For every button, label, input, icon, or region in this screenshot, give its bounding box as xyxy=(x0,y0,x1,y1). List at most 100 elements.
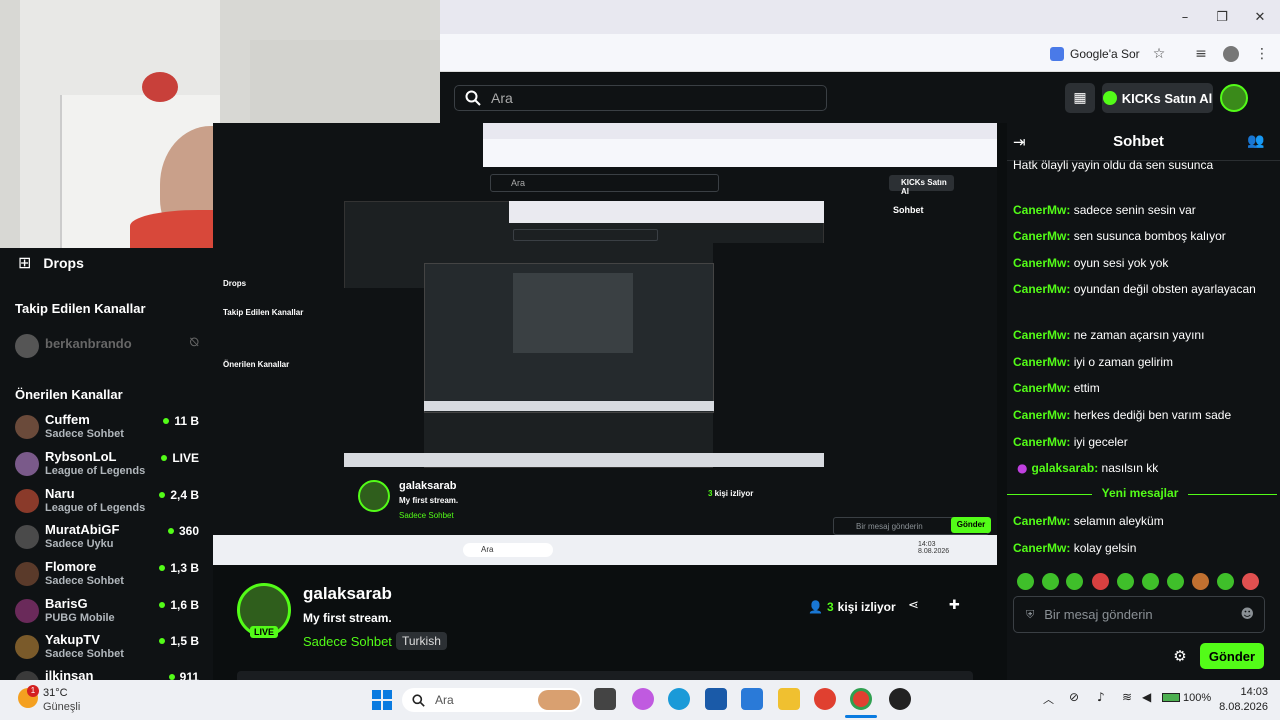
emote-icon[interactable] xyxy=(1217,573,1234,590)
network-off-icon[interactable]: ⊘ xyxy=(1069,690,1079,704)
wifi-icon[interactable]: ≋ xyxy=(1122,690,1132,704)
viewer-count-badge: 1,6 B xyxy=(159,598,199,612)
chat-username[interactable]: galaksarab: xyxy=(1031,461,1098,475)
chat-users-icon[interactable]: 👥 xyxy=(1247,133,1264,149)
emote-icon[interactable] xyxy=(1092,573,1109,590)
chat-username[interactable]: CanerMw: xyxy=(1013,256,1070,270)
chat-username[interactable]: CanerMw: xyxy=(1013,328,1070,342)
recommended-channel-item[interactable]: RybsonLoL League of Legends LIVE xyxy=(15,449,213,485)
channel-avatar xyxy=(15,415,39,439)
chat-input-placeholder: Bir mesaj gönderin xyxy=(1044,607,1153,622)
chrome-active-icon[interactable] xyxy=(850,688,872,710)
google-sor-button[interactable]: Google'a Sor xyxy=(1050,44,1140,64)
chat-username[interactable]: CanerMw: xyxy=(1013,541,1070,555)
file-explorer-icon[interactable] xyxy=(778,688,800,710)
recommended-channel-item[interactable]: Flomore Sadece Sohbet 1,3 B xyxy=(15,559,213,595)
store-button[interactable]: ▦ xyxy=(1065,83,1095,113)
media-control-icon[interactable]: ≡ xyxy=(1191,44,1211,64)
send-button[interactable]: Gönder xyxy=(1200,643,1264,669)
recommended-channel-item[interactable]: ilkinsan 911 xyxy=(15,668,213,680)
weather-temp: 31°C xyxy=(43,687,68,699)
chat-username[interactable]: CanerMw: xyxy=(1013,514,1070,528)
clock-date[interactable]: 8.08.2026 xyxy=(1200,701,1268,713)
google-sor-label: Google'a Sor xyxy=(1070,47,1140,61)
stream-video-player[interactable]: Ara KICKs Satın Al Drops Takip Edilen Ka… xyxy=(213,123,997,565)
chat-message: CanerMw: sen susunca bomboş kalıyor xyxy=(1013,228,1263,245)
copilot-icon[interactable] xyxy=(632,688,654,710)
viewer-count-badge: 1,3 B xyxy=(159,561,199,575)
chat-username[interactable]: CanerMw: xyxy=(1013,282,1070,296)
streamer-name[interactable]: galaksarab xyxy=(303,584,392,604)
chat-username[interactable]: CanerMw: xyxy=(1013,381,1070,395)
volume-icon[interactable]: ◀ xyxy=(1142,690,1151,704)
chat-username[interactable]: CanerMw: xyxy=(1013,435,1070,449)
recommended-channel-item[interactable]: Cuffem Sadece Sohbet 11 B xyxy=(15,412,213,448)
active-app-indicator xyxy=(845,715,877,718)
chrome-icon[interactable] xyxy=(814,688,836,710)
profile-avatar-icon[interactable] xyxy=(1221,44,1241,64)
obs-icon[interactable] xyxy=(889,688,911,710)
outlook-icon[interactable] xyxy=(741,688,763,710)
close-icon[interactable]: ✕ xyxy=(1245,6,1275,28)
recommended-channel-item[interactable]: BarisG PUBG Mobile 1,6 B xyxy=(15,596,213,632)
live-dot-icon xyxy=(167,528,174,534)
channel-name: Cuffem xyxy=(45,412,90,427)
bookmark-star-icon[interactable]: ☆ xyxy=(1149,44,1169,64)
store-icon: ▦ xyxy=(1073,90,1087,106)
kicks-buy-button[interactable]: KICKs Satın Al xyxy=(1102,83,1213,113)
emote-icon[interactable] xyxy=(1167,573,1184,590)
recommended-channel-item[interactable]: MuratAbiGF Sadece Uyku 360 xyxy=(15,522,213,558)
minimize-icon[interactable]: – xyxy=(1170,6,1200,28)
browser-menu-icon[interactable]: ⋮ xyxy=(1252,44,1272,64)
emote-icon[interactable] xyxy=(1117,573,1134,590)
emoji-icon[interactable]: ☻ xyxy=(1240,607,1254,622)
maximize-icon[interactable]: ❐ xyxy=(1207,6,1237,28)
chat-text: sadece senin sesin var xyxy=(1073,203,1196,217)
search-input[interactable]: Ara xyxy=(454,85,827,111)
recommended-channel-item[interactable]: YakupTV Sadece Sohbet 1,5 B xyxy=(15,632,213,668)
clock-time[interactable]: 14:03 xyxy=(1222,686,1268,698)
channel-avatar xyxy=(15,525,39,549)
drops-link[interactable]: ⊞ Drops xyxy=(18,253,84,272)
emote-icon[interactable] xyxy=(1142,573,1159,590)
tray-chevron-icon[interactable]: ︿ xyxy=(1043,691,1054,707)
share-icon[interactable]: ⋖ xyxy=(908,598,919,613)
store-app-icon[interactable] xyxy=(705,688,727,710)
search-placeholder: Ara xyxy=(491,90,513,106)
channel-avatar xyxy=(15,599,39,623)
stream-tag[interactable]: Turkish xyxy=(396,632,447,650)
stream-category[interactable]: Sadece Sohbet xyxy=(303,634,392,649)
chat-message: ● galaksarab: nasılsın kk xyxy=(1013,460,1263,477)
chat-username[interactable]: CanerMw: xyxy=(1013,203,1070,217)
follow-icon[interactable]: ✚ xyxy=(949,598,960,613)
chat-text: selamın aleyküm xyxy=(1073,514,1164,528)
emote-icon[interactable] xyxy=(1042,573,1059,590)
weather-badge: 1 xyxy=(27,685,39,697)
channel-name: ilkinsan xyxy=(45,668,94,680)
user-avatar[interactable] xyxy=(1220,84,1248,112)
chat-input[interactable]: ⛨ Bir mesaj gönderin ☻ xyxy=(1013,596,1265,633)
taskbar-search[interactable]: Ara xyxy=(402,688,582,712)
followed-channel-item[interactable]: berkanbrando ⦰ xyxy=(15,331,213,367)
emote-icon[interactable] xyxy=(1242,573,1259,590)
task-view-icon[interactable] xyxy=(594,688,616,710)
chat-username[interactable]: CanerMw: xyxy=(1013,229,1070,243)
taskbar-search-placeholder: Ara xyxy=(435,693,454,707)
emote-icon[interactable] xyxy=(1017,573,1034,590)
viewers-icon: 👤 xyxy=(808,600,823,614)
viewer-count-badge: 360 xyxy=(167,524,199,538)
emote-icon[interactable] xyxy=(1192,573,1209,590)
offline-icon: ⦰ xyxy=(189,335,199,349)
mic-badge-icon: ● xyxy=(1017,461,1028,475)
chat-username[interactable]: CanerMw: xyxy=(1013,355,1070,369)
chat-text: iyi o zaman gelirim xyxy=(1073,355,1174,369)
edge-icon[interactable] xyxy=(668,688,690,710)
microphone-icon[interactable]: ♪ xyxy=(1097,690,1105,704)
emote-icon[interactable] xyxy=(1066,573,1083,590)
kicks-icon xyxy=(1102,91,1117,105)
windows-start-icon[interactable] xyxy=(372,690,392,710)
recommended-channel-item[interactable]: Naru League of Legends 2,4 B xyxy=(15,486,213,522)
chat-username[interactable]: CanerMw: xyxy=(1013,408,1070,422)
chat-settings-icon[interactable]: ⚙ xyxy=(1171,647,1189,665)
battery-icon[interactable] xyxy=(1162,693,1180,702)
